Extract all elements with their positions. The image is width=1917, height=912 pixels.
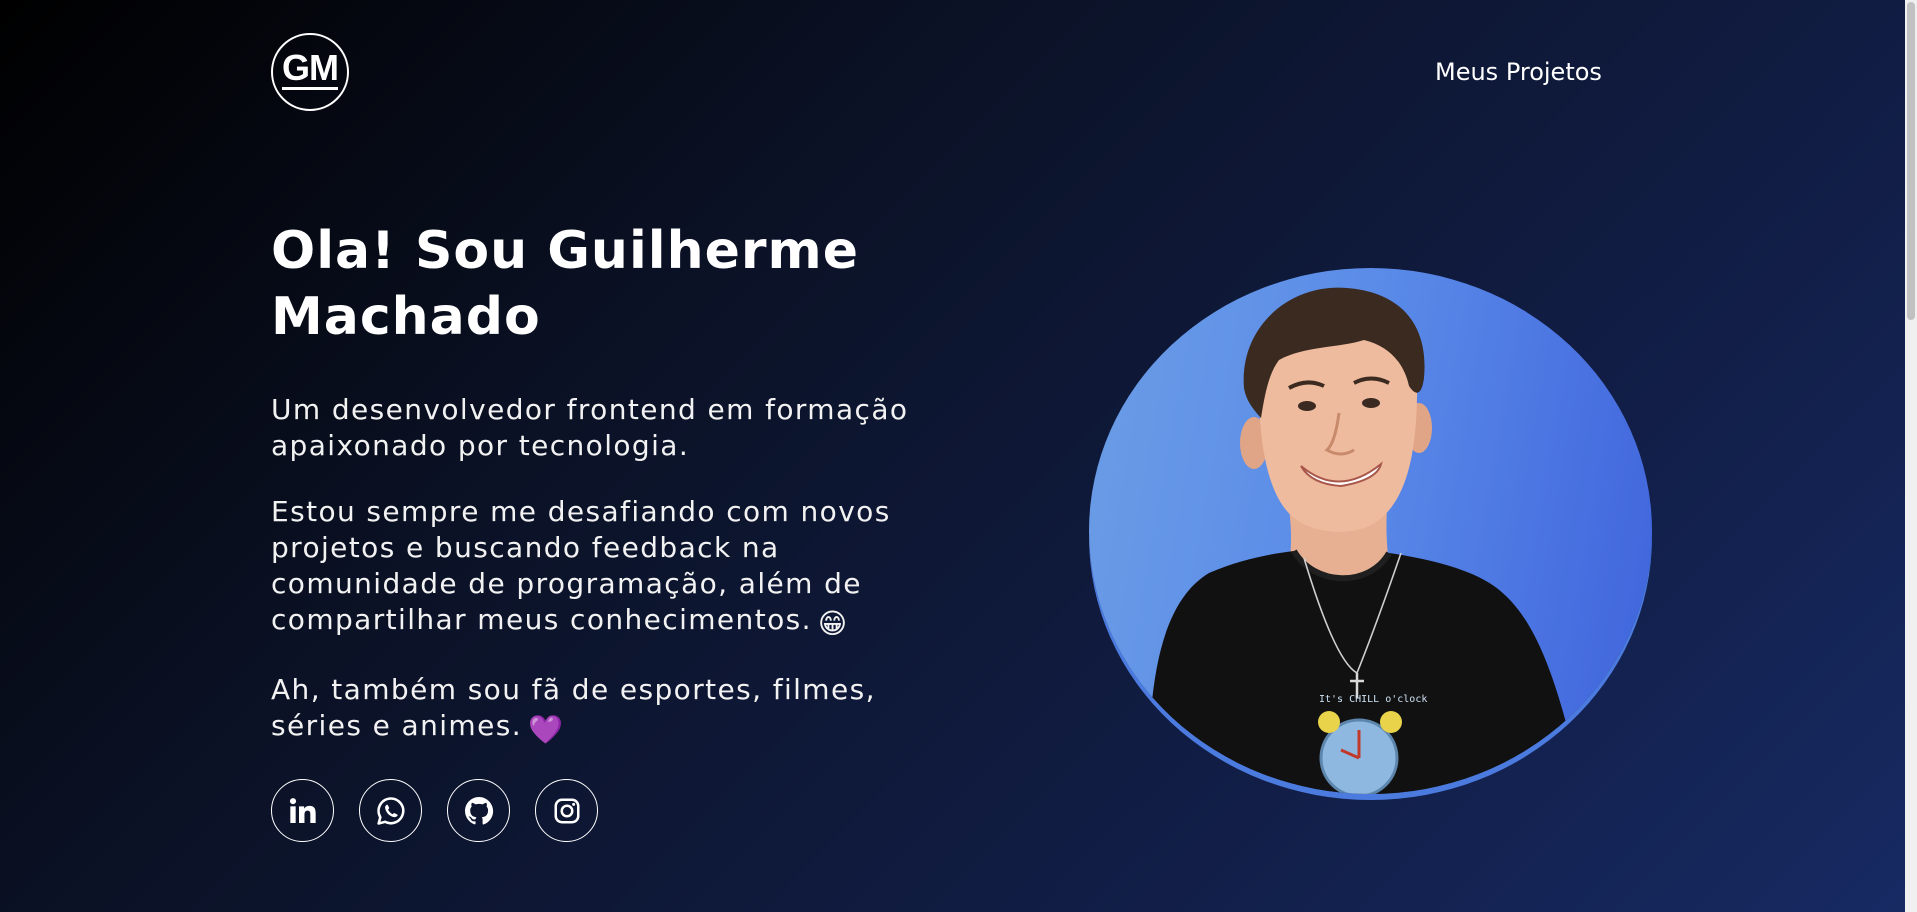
logo-text: GM xyxy=(282,47,339,90)
whatsapp-button[interactable] xyxy=(359,779,422,842)
whatsapp-icon xyxy=(376,796,405,825)
hero-title: Ola! Sou Guilherme Machado xyxy=(271,221,859,347)
shirt-text: It's CHILL o'clock xyxy=(1319,694,1427,705)
scrollbar[interactable] xyxy=(1905,0,1917,912)
scrollbar-thumb[interactable] xyxy=(1907,2,1915,320)
grin-emoji-icon: 😁 xyxy=(817,607,849,640)
page: GM Meus Projetos Ola! Sou Guilherme Mach… xyxy=(0,0,1917,912)
linkedin-button[interactable] xyxy=(271,779,334,842)
profile-photo: It's CHILL o'clock xyxy=(1089,268,1652,794)
hero-intro: Um desenvolvedor frontend em formação ap… xyxy=(271,393,909,462)
instagram-button[interactable] xyxy=(535,779,598,842)
purple-heart-icon: 💜 xyxy=(528,713,565,746)
hero-paragraph-hobbies-text: Ah, também sou fã de esportes, filmes, s… xyxy=(271,673,876,742)
nav-link-projects[interactable]: Meus Projetos xyxy=(1435,58,1602,86)
github-icon xyxy=(464,796,493,824)
social-links xyxy=(271,779,598,842)
github-button[interactable] xyxy=(447,779,510,842)
hero-paragraph-challenges-text: Estou sempre me desafiando com novos pro… xyxy=(271,495,891,636)
hero-paragraph-challenges: Estou sempre me desafiando com novos pro… xyxy=(271,494,951,642)
linkedin-icon xyxy=(289,797,316,823)
instagram-icon xyxy=(554,798,579,823)
profile-photo-illustration: It's CHILL o'clock xyxy=(1148,287,1584,794)
logo[interactable]: GM xyxy=(271,33,349,111)
hero-section: Ola! Sou Guilherme Machado Um desenvolve… xyxy=(271,218,951,748)
hero-paragraph-hobbies: Ah, também sou fã de esportes, filmes, s… xyxy=(271,672,951,748)
